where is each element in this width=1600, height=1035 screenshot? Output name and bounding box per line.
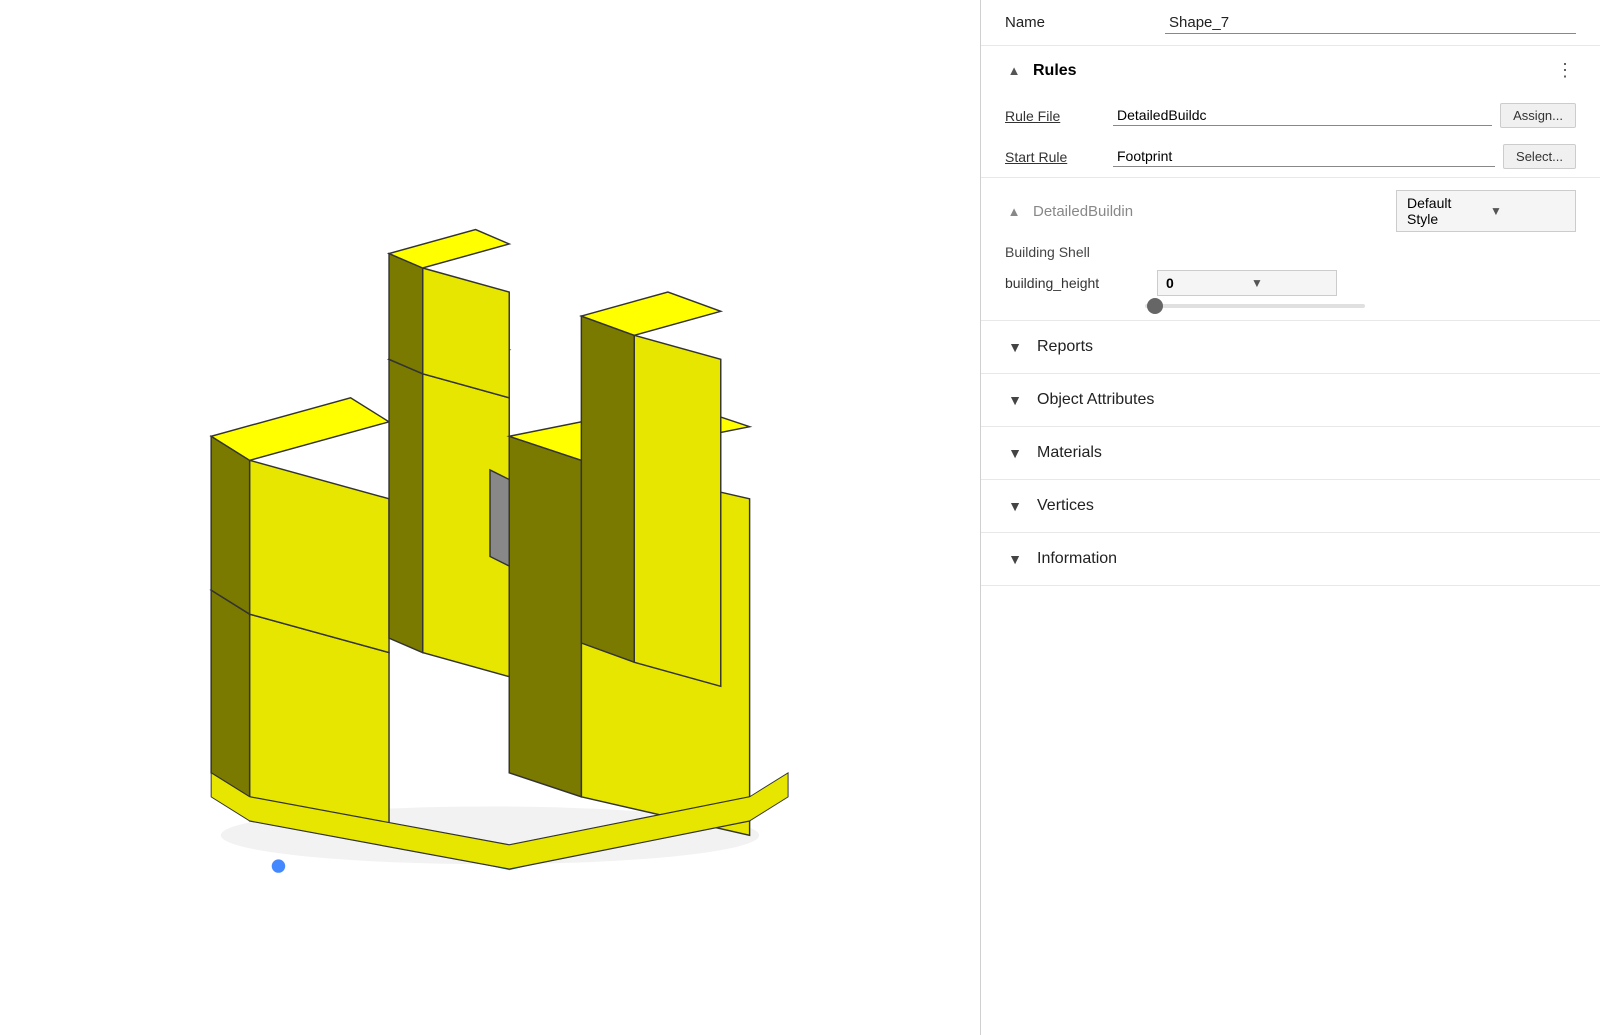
detailed-building-title: DetailedBuildin	[1033, 203, 1396, 220]
object-attributes-title: Object Attributes	[1037, 391, 1154, 409]
name-row: Name Shape_7	[981, 0, 1600, 46]
properties-panel: Name Shape_7 ▲ Rules ⋮ Rule File Assign.…	[980, 0, 1600, 1035]
vertices-section: ▼ Vertices	[981, 480, 1600, 533]
start-rule-input[interactable]	[1113, 146, 1495, 167]
building-shell-label: Building Shell	[1005, 244, 1576, 260]
building-height-slider-container	[1005, 304, 1576, 308]
materials-chevron-icon: ▼	[1005, 443, 1025, 463]
rules-section: ▲ Rules ⋮ Rule File Assign... Start Rule…	[981, 46, 1600, 178]
reports-title: Reports	[1037, 338, 1093, 356]
rules-menu-icon[interactable]: ⋮	[1556, 60, 1576, 81]
rules-title: Rules	[1033, 62, 1556, 80]
materials-header[interactable]: ▼ Materials	[981, 427, 1600, 479]
detailed-building-header[interactable]: ▲ DetailedBuildin Default Style ▼	[1005, 190, 1576, 232]
style-dropdown-value: Default Style	[1407, 195, 1482, 227]
vertices-title: Vertices	[1037, 497, 1094, 515]
information-title: Information	[1037, 550, 1117, 568]
building-height-value-box[interactable]: 0 ▼	[1157, 270, 1337, 296]
name-value[interactable]: Shape_7	[1165, 12, 1576, 34]
height-dropdown-arrow-icon: ▼	[1251, 276, 1328, 290]
rules-chevron-icon: ▲	[1005, 62, 1023, 80]
style-dropdown-arrow-icon: ▼	[1490, 204, 1565, 218]
reports-chevron-icon: ▼	[1005, 337, 1025, 357]
rule-file-input[interactable]	[1113, 105, 1492, 126]
building-height-row: building_height 0 ▼	[1005, 270, 1576, 296]
information-header[interactable]: ▼ Information	[981, 533, 1600, 585]
object-attributes-chevron-icon: ▼	[1005, 390, 1025, 410]
vertices-header[interactable]: ▼ Vertices	[981, 480, 1600, 532]
building-height-slider-thumb[interactable]	[1147, 298, 1163, 314]
object-attributes-section: ▼ Object Attributes	[981, 374, 1600, 427]
rule-file-row: Rule File Assign...	[1005, 95, 1576, 136]
detailed-chevron-icon: ▲	[1005, 202, 1023, 220]
materials-section: ▼ Materials	[981, 427, 1600, 480]
rules-header[interactable]: ▲ Rules ⋮	[1005, 46, 1576, 95]
start-rule-label: Start Rule	[1005, 149, 1105, 165]
information-chevron-icon: ▼	[1005, 549, 1025, 569]
building-height-value: 0	[1166, 275, 1243, 291]
start-rule-row: Start Rule Select...	[1005, 136, 1576, 177]
detailed-building-section: ▲ DetailedBuildin Default Style ▼ Buildi…	[981, 178, 1600, 321]
information-section: ▼ Information	[981, 533, 1600, 586]
vertices-chevron-icon: ▼	[1005, 496, 1025, 516]
reports-section: ▼ Reports	[981, 321, 1600, 374]
reports-header[interactable]: ▼ Reports	[981, 321, 1600, 373]
materials-title: Materials	[1037, 444, 1102, 462]
building-height-slider-track[interactable]	[1145, 304, 1365, 308]
3d-viewport[interactable]	[0, 0, 980, 1035]
style-dropdown[interactable]: Default Style ▼	[1396, 190, 1576, 232]
building-height-label: building_height	[1005, 275, 1145, 291]
assign-button[interactable]: Assign...	[1500, 103, 1576, 128]
select-button[interactable]: Select...	[1503, 144, 1576, 169]
name-label: Name	[1005, 14, 1165, 31]
building-3d-view	[140, 143, 840, 893]
rule-file-label: Rule File	[1005, 108, 1105, 124]
object-attributes-header[interactable]: ▼ Object Attributes	[981, 374, 1600, 426]
